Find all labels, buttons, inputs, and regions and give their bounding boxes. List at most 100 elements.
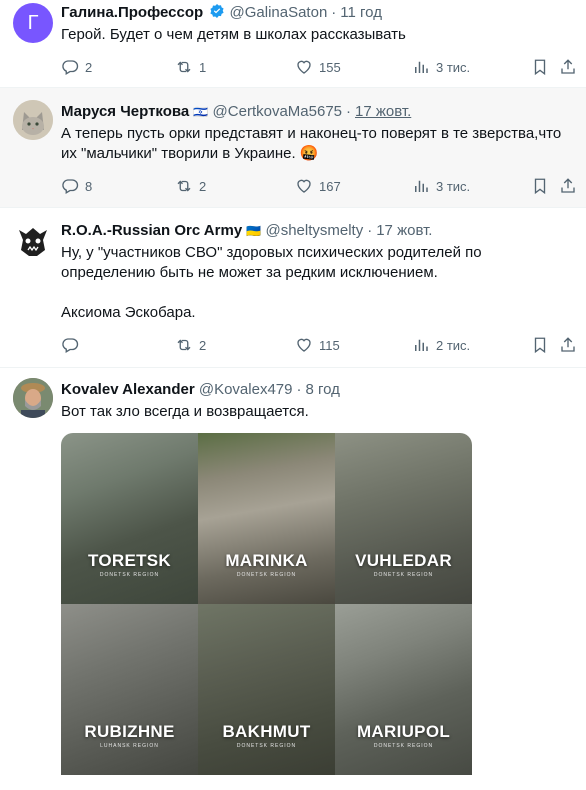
media-tile-vuhledar[interactable]: VUHLEDAR DONETSK REGION xyxy=(335,433,472,604)
like-count: 115 xyxy=(319,337,340,353)
like-count: 167 xyxy=(319,178,341,194)
views-button[interactable]: 3 тис. xyxy=(412,57,470,77)
city-label: VUHLEDAR xyxy=(355,551,452,570)
reply-icon xyxy=(62,338,79,353)
avatar[interactable] xyxy=(13,100,53,140)
author-handle[interactable]: @CertkovaMa5675 xyxy=(213,103,342,120)
tweet[interactable]: Маруся Черткова 🇮🇱 @CertkovaMa5675 · 17 жо… xyxy=(0,88,586,208)
heart-icon xyxy=(297,60,311,74)
repost-count: 2 xyxy=(199,178,207,194)
bookmark-button[interactable] xyxy=(531,335,549,355)
action-bar: 2 1 155 3 тис. xyxy=(61,57,581,77)
tweet-text: Вот так зло всегда и возвращается. xyxy=(61,403,309,420)
views-count: 3 тис. xyxy=(436,59,471,75)
media-tile-marinka[interactable]: MARINKA DONETSK REGION xyxy=(198,433,335,604)
author-handle[interactable]: @Kovalex479 xyxy=(199,381,293,398)
repost-button[interactable]: 1 xyxy=(175,57,206,77)
like-count: 155 xyxy=(319,59,341,75)
views-count: 2 тис. xyxy=(436,337,471,353)
city-label: BAKHMUT xyxy=(222,722,311,741)
avatar[interactable] xyxy=(13,378,53,418)
repost-button[interactable]: 2 xyxy=(175,176,206,196)
region-label: DONETSK REGION xyxy=(99,572,160,578)
media-tile-rubizhne[interactable]: RUBIZHNE LUHANSK REGION xyxy=(61,604,198,775)
region-label: DONETSK REGION xyxy=(236,743,297,749)
reply-button[interactable]: 8 xyxy=(61,176,92,196)
views-count: 3 тис. xyxy=(436,178,471,194)
city-label: TORETSK xyxy=(87,551,172,570)
heart-icon xyxy=(297,338,311,352)
reply-count: 8 xyxy=(85,178,93,194)
orc-skull-avatar-image xyxy=(13,220,53,260)
heart-icon xyxy=(297,179,311,193)
author-handle[interactable]: @GalinaSaton xyxy=(230,4,328,21)
tweet-text: А теперь пусть орки представят и наконец… xyxy=(61,125,562,162)
repost-count: 2 xyxy=(199,337,207,353)
share-button[interactable] xyxy=(559,176,577,196)
bookmark-button[interactable] xyxy=(531,57,549,77)
tweet[interactable]: R.O.A.-Russian Orc Army 🇺🇦 @sheltysmelty… xyxy=(0,208,586,368)
separator-dot: · xyxy=(331,4,337,21)
avatar[interactable] xyxy=(13,220,53,260)
reply-icon xyxy=(62,179,79,194)
repost-icon xyxy=(177,180,191,192)
region-label: DONETSK REGION xyxy=(373,743,434,749)
cat-avatar-image xyxy=(13,100,53,140)
action-bar: 2 115 2 тис. xyxy=(61,335,581,355)
city-label: MARIUPOL xyxy=(356,722,451,741)
flag-emoji: 🇮🇱 xyxy=(193,105,209,119)
author-name[interactable]: Kovalev Alexander xyxy=(61,381,195,398)
reply-icon xyxy=(62,60,79,75)
reply-button[interactable] xyxy=(61,335,85,355)
views-button[interactable]: 2 тис. xyxy=(412,335,470,355)
media-image-grid[interactable]: TORETSK DONETSK REGION MARINKA DONETSK R… xyxy=(61,433,472,790)
verified-badge-icon xyxy=(210,4,224,18)
author-name[interactable]: R.O.A.-Russian Orc Army xyxy=(61,222,242,239)
author-name[interactable]: Галина.Профессор xyxy=(61,4,203,21)
share-button[interactable] xyxy=(559,57,577,77)
city-label: MARINKA xyxy=(225,551,308,570)
repost-count: 1 xyxy=(199,59,207,75)
region-label: DONETSK REGION xyxy=(373,572,434,578)
separator-dot: · xyxy=(346,103,352,120)
views-button[interactable]: 3 тис. xyxy=(412,176,470,196)
region-label: LUHANSK REGION xyxy=(100,743,159,749)
flag-emoji: 🇺🇦 xyxy=(246,224,262,238)
media-tile-toretsk[interactable]: TORETSK DONETSK REGION xyxy=(61,433,198,604)
media-tile-mariupol[interactable]: MARIUPOL DONETSK REGION xyxy=(335,604,472,775)
timestamp[interactable]: 8 год xyxy=(305,381,339,398)
like-button[interactable]: 167 xyxy=(295,176,341,196)
avatar-letter: Г xyxy=(27,11,39,34)
repost-button[interactable]: 2 xyxy=(175,335,206,355)
bookmark-icon xyxy=(534,59,546,76)
reply-button[interactable]: 2 xyxy=(61,57,92,77)
share-icon xyxy=(561,337,575,352)
tweet-text: Ну, у "участников СВО" здоровых психичес… xyxy=(61,244,482,281)
repost-icon xyxy=(177,339,191,351)
separator-dot: · xyxy=(296,381,302,398)
bookmark-icon xyxy=(534,337,546,354)
author-handle[interactable]: @sheltysmelty xyxy=(265,222,363,239)
views-chart-icon xyxy=(415,61,428,73)
like-button[interactable]: 115 xyxy=(295,335,340,355)
reply-count: 2 xyxy=(85,59,93,75)
views-chart-icon xyxy=(415,339,428,351)
avatar[interactable]: Г xyxy=(13,3,53,43)
views-chart-icon xyxy=(415,180,428,192)
bookmark-button[interactable] xyxy=(531,176,549,196)
tweet[interactable]: Г Галина.Профессор @GalinaSaton · 11 год Г… xyxy=(0,0,586,88)
timestamp[interactable]: 17 жовт. xyxy=(376,222,432,239)
share-icon xyxy=(561,59,575,74)
action-bar: 8 2 167 3 тис. xyxy=(61,176,581,196)
author-name[interactable]: Маруся Черткова xyxy=(61,103,189,120)
like-button[interactable]: 155 xyxy=(295,57,341,77)
timestamp[interactable]: 17 жовт. xyxy=(355,103,411,120)
city-label: RUBIZHNE xyxy=(84,722,175,741)
tweet-text: Герой. Будет о чем детям в школах расска… xyxy=(61,26,406,43)
media-tile-bakhmut[interactable]: BAKHMUT DONETSK REGION xyxy=(198,604,335,775)
repost-icon xyxy=(177,61,191,73)
region-label: DONETSK REGION xyxy=(236,572,297,578)
share-button[interactable] xyxy=(559,335,577,355)
profile-photo-image xyxy=(13,378,53,418)
timestamp[interactable]: 11 год xyxy=(340,4,382,21)
